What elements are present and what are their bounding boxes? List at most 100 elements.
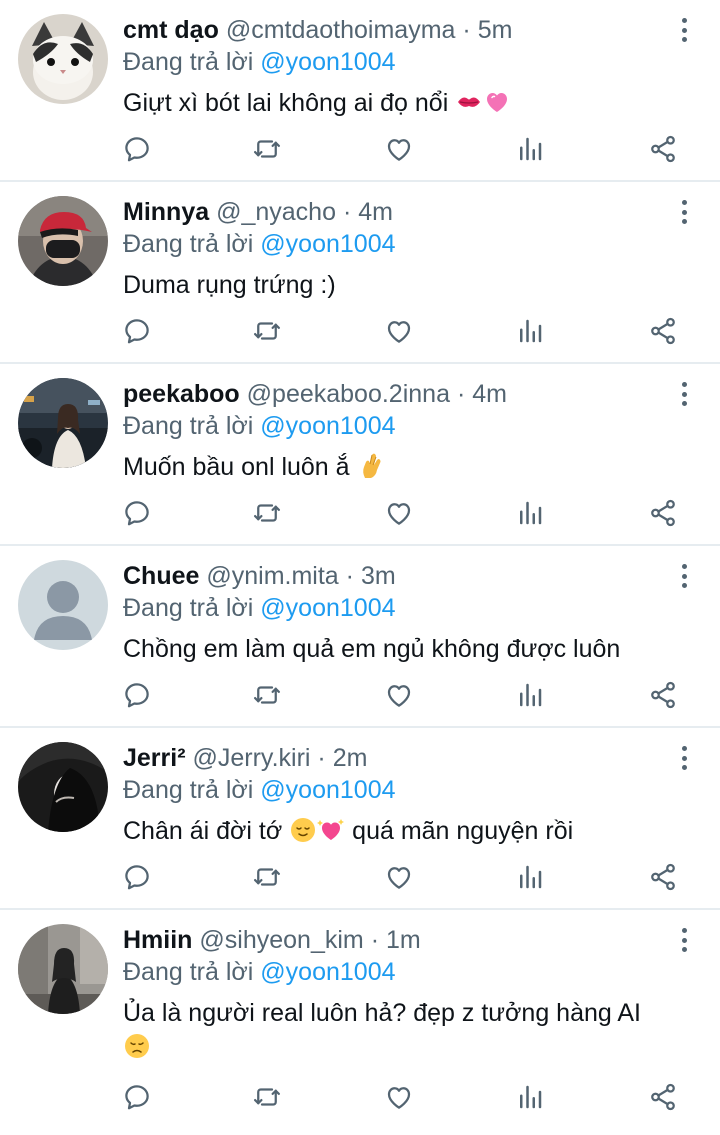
more-options-icon[interactable] bbox=[674, 198, 694, 226]
tweet-text-content: Ủa là người real luôn hả? đẹp z tưởng hà… bbox=[123, 999, 641, 1027]
share-icon[interactable] bbox=[648, 134, 680, 166]
avatar[interactable] bbox=[18, 14, 108, 104]
views-icon[interactable] bbox=[515, 680, 547, 712]
tweet-actions bbox=[0, 1082, 720, 1114]
tweet-text-content: Muốn bầu onl luôn ắ bbox=[123, 453, 350, 481]
cat-photo-avatar bbox=[18, 14, 108, 104]
tweet-text: Chồng em làm quả em ngủ không được luôn bbox=[123, 632, 670, 666]
display-name[interactable]: peekaboo bbox=[123, 380, 240, 408]
separator-dot: · bbox=[342, 198, 352, 226]
display-name[interactable]: Chuee bbox=[123, 562, 199, 590]
reply-icon[interactable] bbox=[122, 134, 154, 166]
timestamp[interactable]: 4m bbox=[358, 198, 393, 226]
like-icon[interactable] bbox=[384, 1082, 416, 1114]
timestamp[interactable]: 2m bbox=[333, 744, 368, 772]
mention-link[interactable]: @yoon1004 bbox=[260, 594, 395, 622]
share-icon[interactable] bbox=[648, 862, 680, 894]
reply-icon[interactable] bbox=[122, 498, 154, 530]
user-handle[interactable]: @Jerry.kiri bbox=[193, 744, 311, 772]
disappointed-face-icon bbox=[125, 1034, 149, 1058]
like-icon[interactable] bbox=[384, 862, 416, 894]
replying-to: Đang trả lời @yoon1004 bbox=[123, 956, 670, 988]
display-name[interactable]: Hmiin bbox=[123, 926, 192, 954]
tweet-text-content: Duma rụng trứng :) bbox=[123, 271, 336, 299]
person-night-street-avatar bbox=[18, 378, 108, 468]
share-icon[interactable] bbox=[648, 680, 680, 712]
person-dark-hair-avatar bbox=[18, 742, 108, 832]
views-icon[interactable] bbox=[515, 134, 547, 166]
person-street-avatar bbox=[18, 924, 108, 1014]
separator-dot: · bbox=[317, 744, 326, 772]
timestamp[interactable]: 4m bbox=[472, 380, 507, 408]
replying-to: Đang trả lời @yoon1004 bbox=[123, 46, 670, 78]
timestamp[interactable]: 1m bbox=[386, 926, 421, 954]
like-icon[interactable] bbox=[384, 316, 416, 348]
replying-to: Đang trả lời @yoon1004 bbox=[123, 410, 670, 442]
tweet-text-content: Chồng em làm quả em ngủ không được luôn bbox=[123, 635, 621, 663]
mention-link[interactable]: @yoon1004 bbox=[260, 958, 395, 986]
mention-link[interactable]: @yoon1004 bbox=[260, 776, 395, 804]
pink-heart-icon bbox=[487, 93, 508, 112]
reply-tweet[interactable]: Hmiin @sihyeon_kim · 1m Đang trả lời @yo… bbox=[0, 910, 720, 1128]
retweet-icon[interactable] bbox=[252, 134, 284, 166]
more-options-icon[interactable] bbox=[674, 16, 694, 44]
more-options-icon[interactable] bbox=[674, 380, 694, 408]
avatar[interactable] bbox=[18, 924, 108, 1014]
views-icon[interactable] bbox=[515, 498, 547, 530]
user-handle[interactable]: @sihyeon_kim bbox=[199, 926, 363, 954]
tweet-text: Chân ái đời tớ quá mãn nguyện rồi bbox=[123, 814, 670, 848]
tweet-text: Ủa là người real luôn hả? đẹp z tưởng hà… bbox=[123, 996, 670, 1064]
tweet-text-after: quá mãn nguyện rồi bbox=[352, 817, 574, 845]
display-name[interactable]: cmt dạo bbox=[123, 16, 219, 44]
like-icon[interactable] bbox=[384, 134, 416, 166]
reply-tweet[interactable]: peekaboo @peekaboo.2inna · 4m Đang trả l… bbox=[0, 364, 720, 546]
user-handle[interactable]: @ynim.mita bbox=[206, 562, 338, 590]
like-icon[interactable] bbox=[384, 680, 416, 712]
more-options-icon[interactable] bbox=[674, 744, 694, 772]
reply-icon[interactable] bbox=[122, 680, 154, 712]
reply-tweet[interactable]: Jerri² @Jerry.kiri · 2m Đang trả lời @yo… bbox=[0, 728, 720, 910]
retweet-icon[interactable] bbox=[252, 862, 284, 894]
more-options-icon[interactable] bbox=[674, 926, 694, 954]
separator-dot: · bbox=[370, 926, 380, 954]
timestamp[interactable]: 5m bbox=[478, 16, 513, 44]
reply-icon[interactable] bbox=[122, 1082, 154, 1114]
avatar[interactable] bbox=[18, 560, 108, 650]
reply-icon[interactable] bbox=[122, 862, 154, 894]
display-name[interactable]: Jerri² bbox=[123, 744, 186, 772]
kiss-mark-icon bbox=[458, 97, 481, 107]
reply-tweet[interactable]: cmt dạo @cmtdaothoimayma · 5m Đang trả l… bbox=[0, 0, 720, 182]
mention-link[interactable]: @yoon1004 bbox=[260, 48, 395, 76]
like-icon[interactable] bbox=[384, 498, 416, 530]
reply-tweet[interactable]: Chuee @ynim.mita · 3m Đang trả lời @yoon… bbox=[0, 546, 720, 728]
user-handle[interactable]: @peekaboo.2inna bbox=[247, 380, 450, 408]
tweet-actions bbox=[0, 862, 720, 894]
reply-icon[interactable] bbox=[122, 316, 154, 348]
share-icon[interactable] bbox=[648, 316, 680, 348]
user-handle[interactable]: @cmtdaothoimayma bbox=[226, 16, 456, 44]
avatar[interactable] bbox=[18, 378, 108, 468]
separator-dot: · bbox=[456, 380, 466, 408]
tweet-text: Giựt xì bót lai không ai đọ nổi bbox=[123, 86, 670, 120]
retweet-icon[interactable] bbox=[252, 316, 284, 348]
replying-to: Đang trả lời @yoon1004 bbox=[123, 228, 670, 260]
reply-prefix: Đang trả lời bbox=[123, 230, 254, 258]
avatar[interactable] bbox=[18, 742, 108, 832]
mention-link[interactable]: @yoon1004 bbox=[260, 412, 395, 440]
views-icon[interactable] bbox=[515, 862, 547, 894]
share-icon[interactable] bbox=[648, 1082, 680, 1114]
avatar[interactable] bbox=[18, 196, 108, 286]
retweet-icon[interactable] bbox=[252, 498, 284, 530]
share-icon[interactable] bbox=[648, 498, 680, 530]
mention-link[interactable]: @yoon1004 bbox=[260, 230, 395, 258]
more-options-icon[interactable] bbox=[674, 562, 694, 590]
retweet-icon[interactable] bbox=[252, 680, 284, 712]
reply-tweet[interactable]: Minnya @_nyacho · 4m Đang trả lời @yoon1… bbox=[0, 182, 720, 364]
reply-prefix: Đang trả lời bbox=[123, 594, 254, 622]
views-icon[interactable] bbox=[515, 1082, 547, 1114]
retweet-icon[interactable] bbox=[252, 1082, 284, 1114]
views-icon[interactable] bbox=[515, 316, 547, 348]
timestamp[interactable]: 3m bbox=[361, 562, 396, 590]
display-name[interactable]: Minnya bbox=[123, 198, 209, 226]
user-handle[interactable]: @_nyacho bbox=[216, 198, 336, 226]
